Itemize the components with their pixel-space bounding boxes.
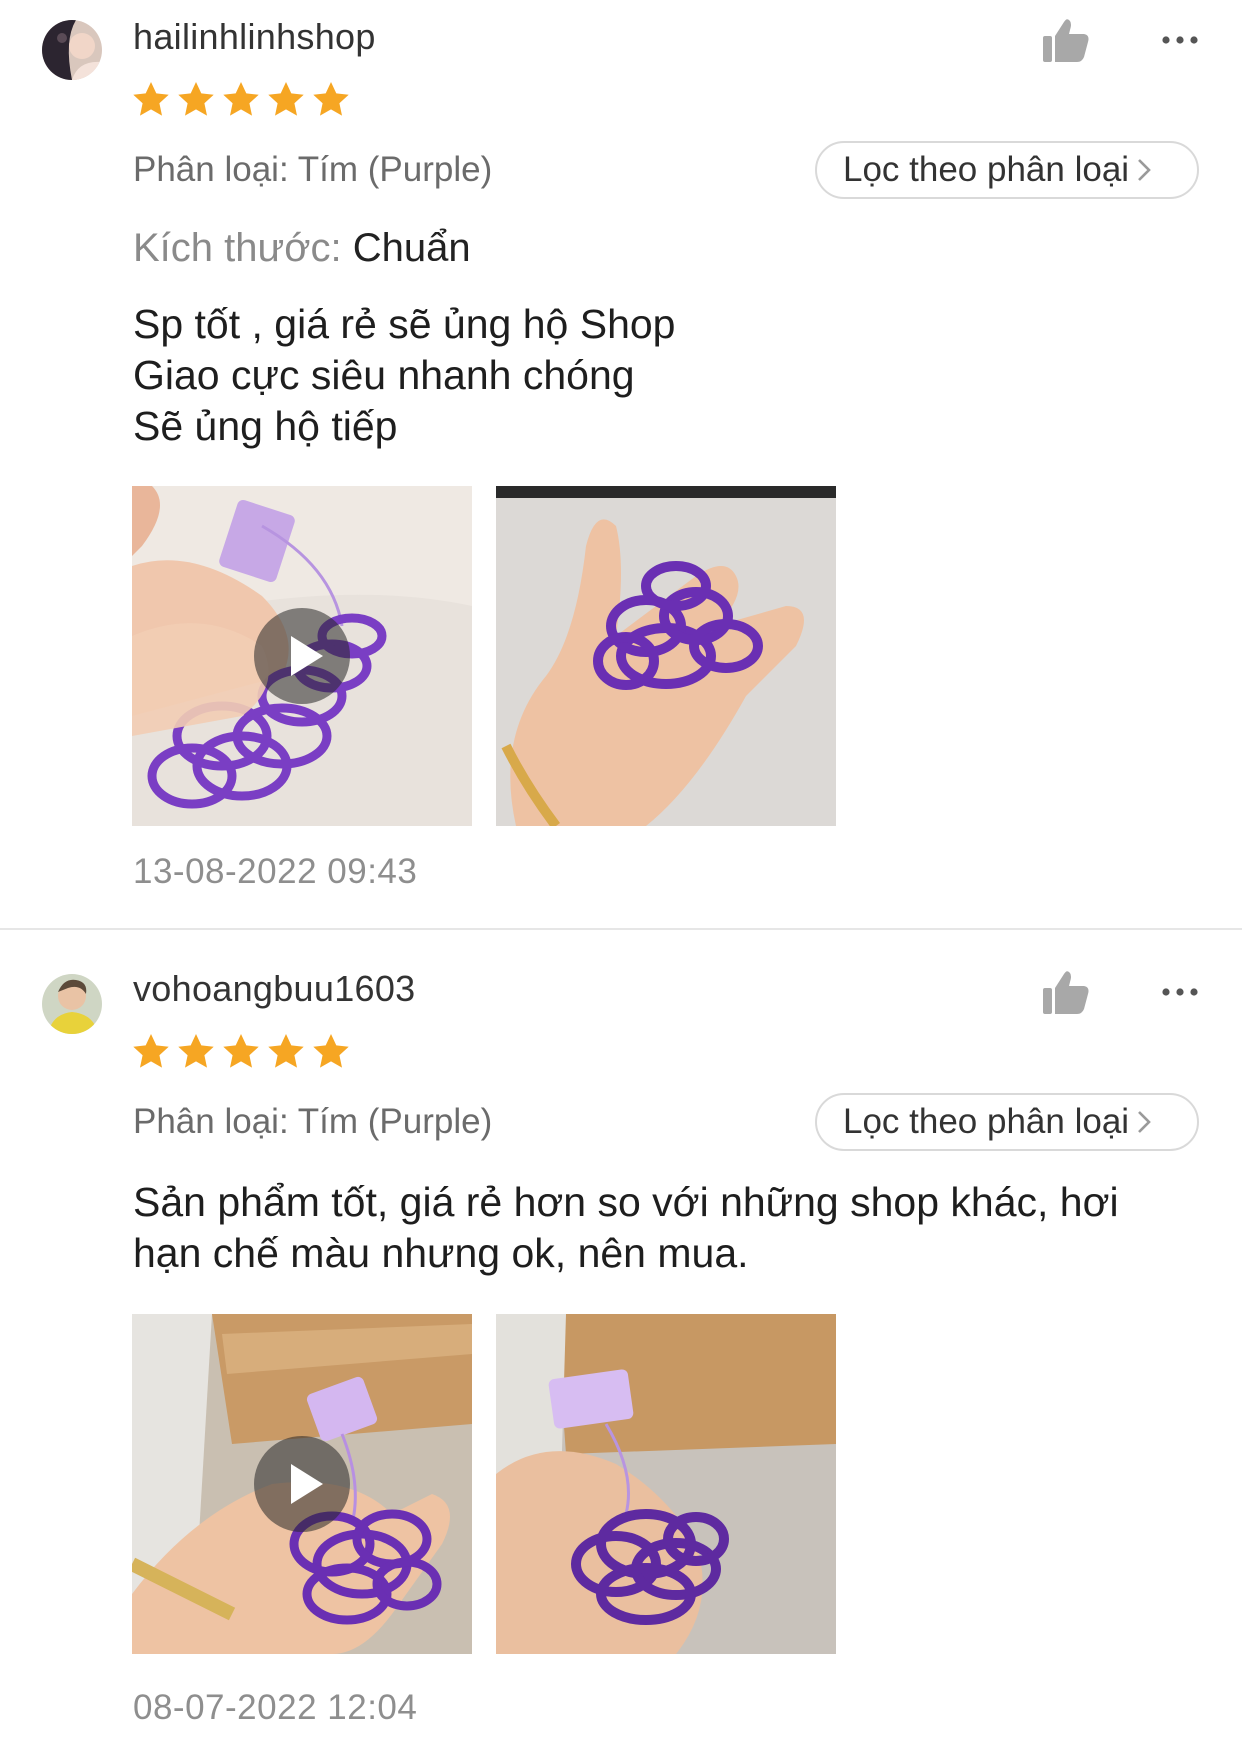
play-button[interactable] — [254, 608, 350, 704]
star-icon — [223, 1034, 259, 1068]
play-icon — [291, 636, 323, 676]
variant-label: Phân loại: Tím (Purple) — [133, 1102, 493, 1141]
reviewer-username[interactable]: hailinhlinhshop — [133, 16, 376, 58]
more-options-button[interactable] — [1158, 982, 1202, 1002]
star-rating — [131, 80, 351, 120]
review-divider — [0, 928, 1242, 930]
more-dots-icon — [1162, 36, 1198, 44]
review-comment: Sản phẩm tốt, giá rẻ hơn so với những sh… — [133, 1179, 1119, 1276]
filter-by-variant-button[interactable]: Lọc theo phân loại — [815, 1093, 1199, 1151]
review-photo[interactable] — [496, 486, 836, 826]
size-line: Kích thước: Chuẩn — [133, 226, 471, 271]
more-options-button[interactable] — [1158, 30, 1202, 50]
like-button[interactable] — [1040, 966, 1092, 1018]
review-photo[interactable] — [496, 1314, 836, 1654]
star-icon — [178, 1034, 214, 1068]
star-icon — [268, 82, 304, 116]
filter-button-label: Lọc theo phân loại — [843, 1102, 1130, 1141]
star-icon — [313, 1034, 349, 1068]
review-video-thumbnail[interactable] — [132, 1314, 472, 1654]
review-video-thumbnail[interactable] — [132, 486, 472, 826]
review-timestamp: 08-07-2022 12:04 — [133, 1688, 418, 1727]
review-timestamp: 13-08-2022 09:43 — [133, 852, 418, 891]
avatar[interactable] — [42, 20, 102, 80]
filter-button-label: Lọc theo phân loại — [843, 150, 1130, 189]
star-icon — [178, 82, 214, 116]
star-rating — [131, 1032, 351, 1072]
size-value: Chuẩn — [352, 226, 471, 270]
chevron-right-icon — [1138, 1111, 1151, 1133]
avatar[interactable] — [42, 974, 102, 1034]
play-icon — [291, 1464, 323, 1504]
review-comment: Sp tốt , giá rẻ sẽ ủng hộ Shop Giao cực … — [133, 301, 676, 449]
review-item: hailinhlinhshop Phân loại: Tím (Purple) … — [0, 0, 1242, 928]
thumbs-up-icon — [1043, 971, 1089, 1014]
star-icon — [268, 1034, 304, 1068]
play-button[interactable] — [254, 1436, 350, 1532]
more-dots-icon — [1162, 988, 1198, 996]
star-icon — [133, 1034, 169, 1068]
reviewer-username[interactable]: vohoangbuu1603 — [133, 968, 415, 1010]
star-icon — [133, 82, 169, 116]
size-key: Kích thước: — [133, 226, 342, 270]
star-icon — [313, 82, 349, 116]
filter-by-variant-button[interactable]: Lọc theo phân loại — [815, 141, 1199, 199]
variant-label: Phân loại: Tím (Purple) — [133, 150, 493, 189]
like-button[interactable] — [1040, 14, 1092, 66]
star-icon — [223, 82, 259, 116]
thumbs-up-icon — [1043, 19, 1089, 62]
review-item: vohoangbuu1603 Phân loại: Tím (Purple) L… — [0, 952, 1242, 1759]
chevron-right-icon — [1138, 159, 1151, 181]
